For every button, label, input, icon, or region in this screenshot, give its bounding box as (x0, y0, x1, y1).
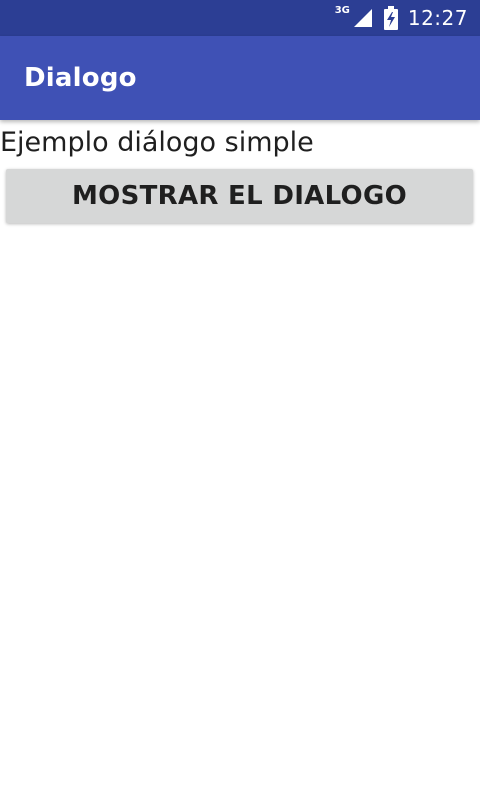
status-clock: 12:27 (407, 6, 468, 30)
app-bar: Dialogo (0, 36, 480, 120)
status-icons: 3G 12:27 (335, 0, 468, 36)
show-dialog-button[interactable]: MOSTRAR EL DIALOGO (6, 169, 473, 223)
network-type-label: 3G (334, 4, 350, 16)
signal-icon (352, 7, 374, 29)
app-title: Dialogo (24, 63, 137, 93)
app-screen: 3G 12:27 Dialogo Ejemplo diálogo simple … (0, 0, 480, 800)
battery-charging-icon (383, 6, 398, 30)
example-label: Ejemplo diálogo simple (0, 127, 314, 158)
status-bar: 3G 12:27 (0, 0, 480, 36)
main-content: Ejemplo diálogo simple MOSTRAR EL DIALOG… (0, 120, 480, 800)
